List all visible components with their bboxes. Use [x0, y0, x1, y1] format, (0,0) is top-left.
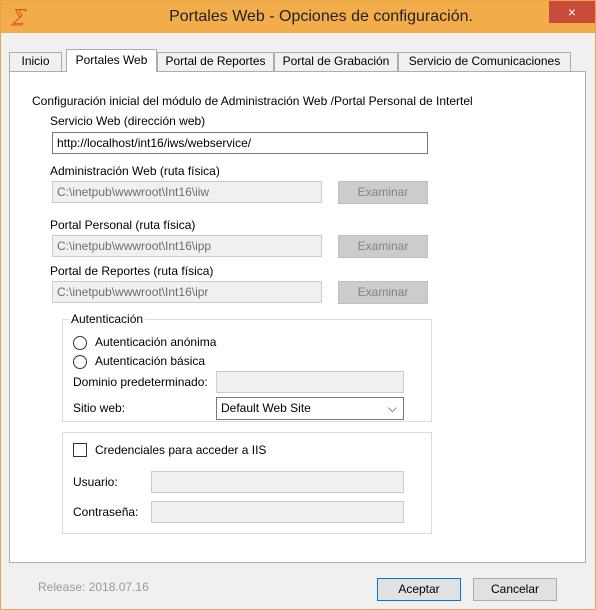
app-logo-icon: ⅀ [11, 6, 24, 27]
user-label: Usuario: [73, 475, 118, 489]
iis-credentials-checkbox[interactable] [73, 443, 87, 457]
portal-personal-path-input[interactable] [52, 235, 322, 257]
iis-credentials-label: Credenciales para acceder a IIS [95, 443, 267, 457]
cancel-button[interactable]: Cancelar [473, 578, 557, 601]
website-label: Sitio web: [73, 401, 126, 415]
close-icon: × [567, 4, 577, 20]
anonymous-auth-label: Autenticación anónima [95, 335, 217, 349]
chevron-down-icon: ⌵ [387, 401, 397, 415]
tab-servicio-de-comunicaciones[interactable]: Servicio de Comunicaciones [398, 52, 571, 71]
basic-auth-label: Autenticación básica [95, 354, 206, 368]
user-input[interactable] [151, 471, 404, 493]
window-title: Portales Web - Opciones de configuración… [169, 8, 473, 25]
close-button[interactable]: × [549, 1, 595, 23]
authentication-group: Autenticación Autenticación anónima Aute… [62, 312, 432, 422]
tab-portal-de-reportes[interactable]: Portal de Reportes [157, 52, 274, 71]
password-input[interactable] [151, 501, 404, 523]
authentication-group-title: Autenticación [69, 312, 146, 326]
admin-web-path-input[interactable] [52, 181, 322, 203]
portal-personal-label: Portal Personal (ruta física) [50, 218, 196, 232]
title-bar[interactable]: ⅀ Portales Web - Opciones de configuraci… [1, 1, 595, 33]
dialog-window: ⅀ Portales Web - Opciones de configuraci… [0, 0, 596, 610]
tab-portales-web[interactable]: Portales Web [66, 49, 157, 72]
default-domain-input[interactable] [216, 371, 404, 393]
portal-reportes-browse-button[interactable]: Examinar [338, 281, 428, 304]
portal-reportes-path-input[interactable] [52, 281, 322, 303]
release-label: Release: 2018.07.16 [38, 580, 149, 594]
accept-button[interactable]: Aceptar [377, 578, 461, 601]
servicio-web-label: Servicio Web (dirección web) [50, 114, 206, 128]
tab-strip: Inicio Portales Web Portal de Reportes P… [9, 49, 571, 72]
basic-auth-radio[interactable] [73, 355, 87, 369]
intro-text: Configuración inicial del módulo de Admi… [32, 94, 473, 108]
tab-inicio[interactable]: Inicio [9, 52, 62, 71]
tab-portal-de-grabacion[interactable]: Portal de Grabación [274, 52, 398, 71]
website-select[interactable]: Default Web Site ⌵ [216, 397, 404, 420]
iis-credentials-group: Credenciales para acceder a IIS Usuario:… [62, 432, 432, 534]
admin-web-browse-button[interactable]: Examinar [338, 181, 428, 204]
website-select-value: Default Web Site [221, 401, 311, 415]
default-domain-label: Dominio predeterminado: [73, 375, 208, 389]
admin-web-label: Administración Web (ruta física) [50, 164, 220, 178]
portal-reportes-label: Portal de Reportes (ruta física) [50, 264, 214, 278]
portal-personal-browse-button[interactable]: Examinar [338, 235, 428, 258]
password-label: Contraseña: [73, 505, 139, 519]
tab-panel-portales-web: Configuración inicial del módulo de Admi… [9, 71, 586, 563]
anonymous-auth-radio[interactable] [73, 336, 87, 350]
servicio-web-input[interactable] [52, 132, 428, 154]
